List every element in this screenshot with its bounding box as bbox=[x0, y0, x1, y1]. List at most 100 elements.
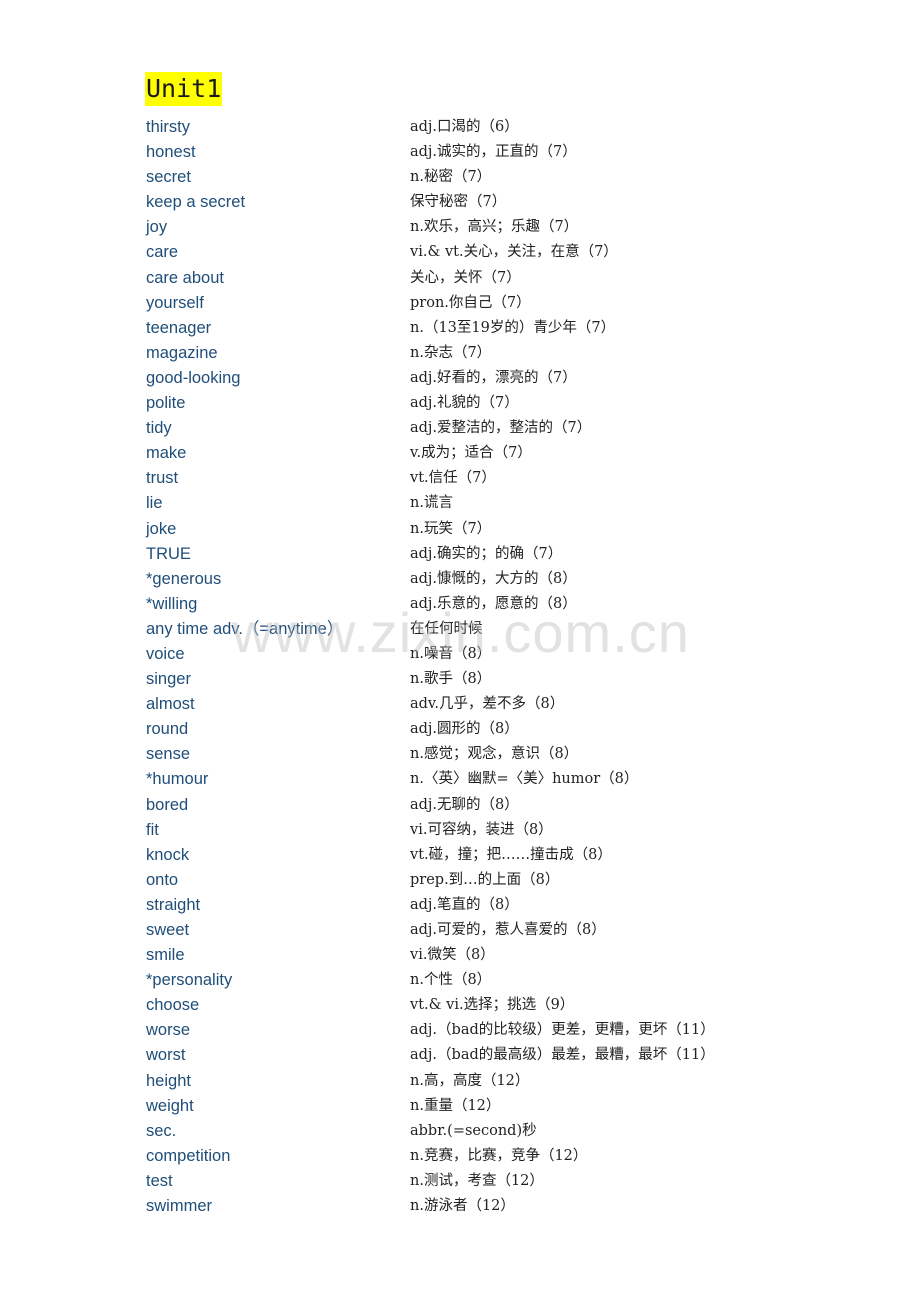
vocab-definition: prep.到…的上面（8） bbox=[410, 871, 560, 888]
vocab-definition: adj.确实的；的确（7） bbox=[410, 545, 563, 562]
vocab-word: sweet bbox=[146, 921, 190, 939]
vocab-row: teenager n.（13至19岁的）青少年（7） bbox=[146, 315, 846, 340]
vocab-row: joy n.欢乐，高兴；乐趣（7） bbox=[146, 214, 846, 239]
vocab-definition: n.感觉；观念，意识（8） bbox=[410, 746, 579, 763]
vocab-word: onto bbox=[146, 870, 179, 889]
vocab-word: *generous bbox=[146, 569, 222, 588]
vocab-definition: n.测试，考查（12） bbox=[410, 1172, 544, 1189]
vocab-row: competition n.竞赛，比赛，竞争（12） bbox=[146, 1143, 846, 1168]
vocab-definition: vt.信任（7） bbox=[410, 470, 496, 487]
vocab-definition: n.（13至19岁的）青少年（7） bbox=[410, 319, 616, 336]
vocab-row: sense n.感觉；观念，意识（8） bbox=[146, 741, 846, 766]
vocab-definition: adj.乐意的，愿意的（8） bbox=[410, 595, 577, 612]
vocab-word: almost bbox=[146, 695, 195, 714]
vocab-definition: n.噪音（8） bbox=[410, 645, 492, 662]
vocab-definition: vt.碰，撞；把……撞击成（8） bbox=[410, 846, 612, 863]
vocab-definition: vi.& vt.关心，关注，在意（7） bbox=[410, 244, 618, 261]
vocab-row: voice n.噪音（8） bbox=[146, 641, 846, 666]
vocab-word: make bbox=[146, 444, 187, 463]
vocab-word: keep a secret bbox=[146, 193, 246, 212]
vocab-word: worse bbox=[146, 1021, 191, 1040]
vocab-word: sense bbox=[146, 745, 191, 764]
vocab-row: honest adj.诚实的，正直的（7） bbox=[146, 139, 846, 164]
vocab-definition: n.秘密（7） bbox=[410, 169, 492, 186]
vocab-row: yourself pron.你自己（7） bbox=[146, 290, 846, 315]
vocab-row: worst adj.（bad的最高级）最差，最糟，最坏（11） bbox=[146, 1042, 846, 1067]
vocab-definition: adj.无聊的（8） bbox=[410, 796, 519, 813]
vocab-row: care vi.& vt.关心，关注，在意（7） bbox=[146, 239, 846, 264]
vocab-row: worse adj.（bad的比较级）更差，更糟，更坏（11） bbox=[146, 1017, 846, 1042]
vocab-definition: adv.几乎，差不多（8） bbox=[410, 696, 565, 713]
vocab-word: bored bbox=[146, 795, 189, 814]
vocab-definition: n.高，高度（12） bbox=[410, 1072, 530, 1089]
vocab-row: magazine n.杂志（7） bbox=[146, 340, 846, 365]
vocab-definition: 关心，关怀（7） bbox=[410, 269, 521, 286]
vocab-word: *humour bbox=[146, 770, 209, 789]
vocab-definition: pron.你自己（7） bbox=[410, 294, 531, 311]
vocab-word: joy bbox=[146, 218, 168, 237]
vocab-definition: n.歌手（8） bbox=[410, 671, 492, 688]
vocab-row: sweet adj.可爱的，惹人喜爱的（8） bbox=[146, 917, 846, 942]
vocab-word: care about bbox=[146, 268, 224, 287]
vocab-row: *personality n.个性（8） bbox=[146, 967, 846, 992]
vocab-row: height n.高，高度（12） bbox=[146, 1068, 846, 1093]
vocab-word: teenager bbox=[146, 318, 212, 337]
vocab-word: worst bbox=[146, 1046, 186, 1065]
vocab-word: thirsty bbox=[146, 118, 191, 136]
vocab-word: competition bbox=[146, 1146, 231, 1165]
vocab-word: good-looking bbox=[146, 368, 241, 387]
vocab-row: smile vi.微笑（8） bbox=[146, 942, 846, 967]
vocab-word: joke bbox=[146, 519, 177, 538]
vocab-definition: adj.口渴的（6） bbox=[410, 119, 519, 135]
vocab-definition: adj.可爱的，惹人喜爱的（8） bbox=[410, 922, 606, 938]
unit-title: Unit1 bbox=[145, 72, 223, 106]
vocab-row: straight adj.笔直的（8） bbox=[146, 892, 846, 917]
vocab-row: joke n.玩笑（7） bbox=[146, 516, 846, 541]
vocab-definition: n.杂志（7） bbox=[410, 344, 492, 361]
vocab-word: *willing bbox=[146, 594, 198, 613]
vocab-word: test bbox=[146, 1171, 173, 1190]
vocab-definition: abbr.(=second)秒 bbox=[410, 1122, 537, 1139]
vocab-definition: adj.圆形的（8） bbox=[410, 721, 519, 738]
vocab-definition: n.欢乐，高兴；乐趣（7） bbox=[410, 219, 579, 236]
vocab-definition: n.竞赛，比赛，竞争（12） bbox=[410, 1147, 588, 1164]
vocab-word: height bbox=[146, 1071, 191, 1090]
vocab-word: trust bbox=[146, 469, 179, 488]
vocab-row: polite adj.礼貌的（7） bbox=[146, 390, 846, 415]
vocab-row: knock vt.碰，撞；把……撞击成（8） bbox=[146, 842, 846, 867]
vocab-row: care about 关心，关怀（7） bbox=[146, 265, 846, 290]
vocab-word: sec. bbox=[146, 1121, 177, 1140]
vocab-word: weight bbox=[146, 1096, 194, 1115]
vocab-word: secret bbox=[146, 168, 191, 187]
vocab-word: choose bbox=[146, 996, 200, 1015]
vocab-row: almost adv.几乎，差不多（8） bbox=[146, 691, 846, 716]
vocab-row: *humour n.〈英〉幽默=〈美〉humor（8） bbox=[146, 766, 846, 791]
vocab-word: swimmer bbox=[146, 1197, 212, 1216]
vocab-row: secret n.秘密（7） bbox=[146, 164, 846, 189]
vocab-word: honest bbox=[146, 143, 196, 162]
vocab-row: weight n.重量（12） bbox=[146, 1093, 846, 1118]
vocab-word: TRUE bbox=[146, 544, 191, 563]
vocab-definition: adj.礼貌的（7） bbox=[410, 395, 519, 412]
vocab-definition: n.谎言 bbox=[410, 495, 453, 512]
vocab-definition: n.玩笑（7） bbox=[410, 520, 492, 537]
vocabulary-list: thirsty adj.口渴的（6） honest adj.诚实的，正直的（7） sec… bbox=[146, 114, 846, 1218]
vocab-definition: vi.可容纳，装进（8） bbox=[410, 821, 553, 838]
vocab-definition: adj.笔直的（8） bbox=[410, 896, 519, 913]
vocab-definition: n.〈英〉幽默=〈美〉humor（8） bbox=[410, 771, 639, 788]
vocab-definition: n.个性（8） bbox=[410, 972, 492, 989]
vocab-word: polite bbox=[146, 394, 186, 413]
vocab-definition: adj.（bad的比较级）更差，更糟，更坏（11） bbox=[410, 1022, 715, 1039]
vocab-definition: 保守秘密（7） bbox=[410, 194, 507, 211]
vocab-row: test n.测试，考查（12） bbox=[146, 1168, 846, 1193]
vocab-word: care bbox=[146, 243, 179, 262]
vocab-definition: vt.& vi.选择；挑选（9） bbox=[410, 997, 575, 1014]
vocab-word: yourself bbox=[146, 293, 204, 312]
vocab-row: choose vt.& vi.选择；挑选（9） bbox=[146, 992, 846, 1017]
vocab-row: keep a secret 保守秘密（7） bbox=[146, 189, 846, 214]
vocab-word: lie bbox=[146, 494, 163, 513]
vocab-word: fit bbox=[146, 820, 159, 839]
vocab-definition: v.成为；适合（7） bbox=[410, 445, 532, 462]
vocab-row: bored adj.无聊的（8） bbox=[146, 792, 846, 817]
vocab-definition: n.重量（12） bbox=[410, 1097, 501, 1114]
